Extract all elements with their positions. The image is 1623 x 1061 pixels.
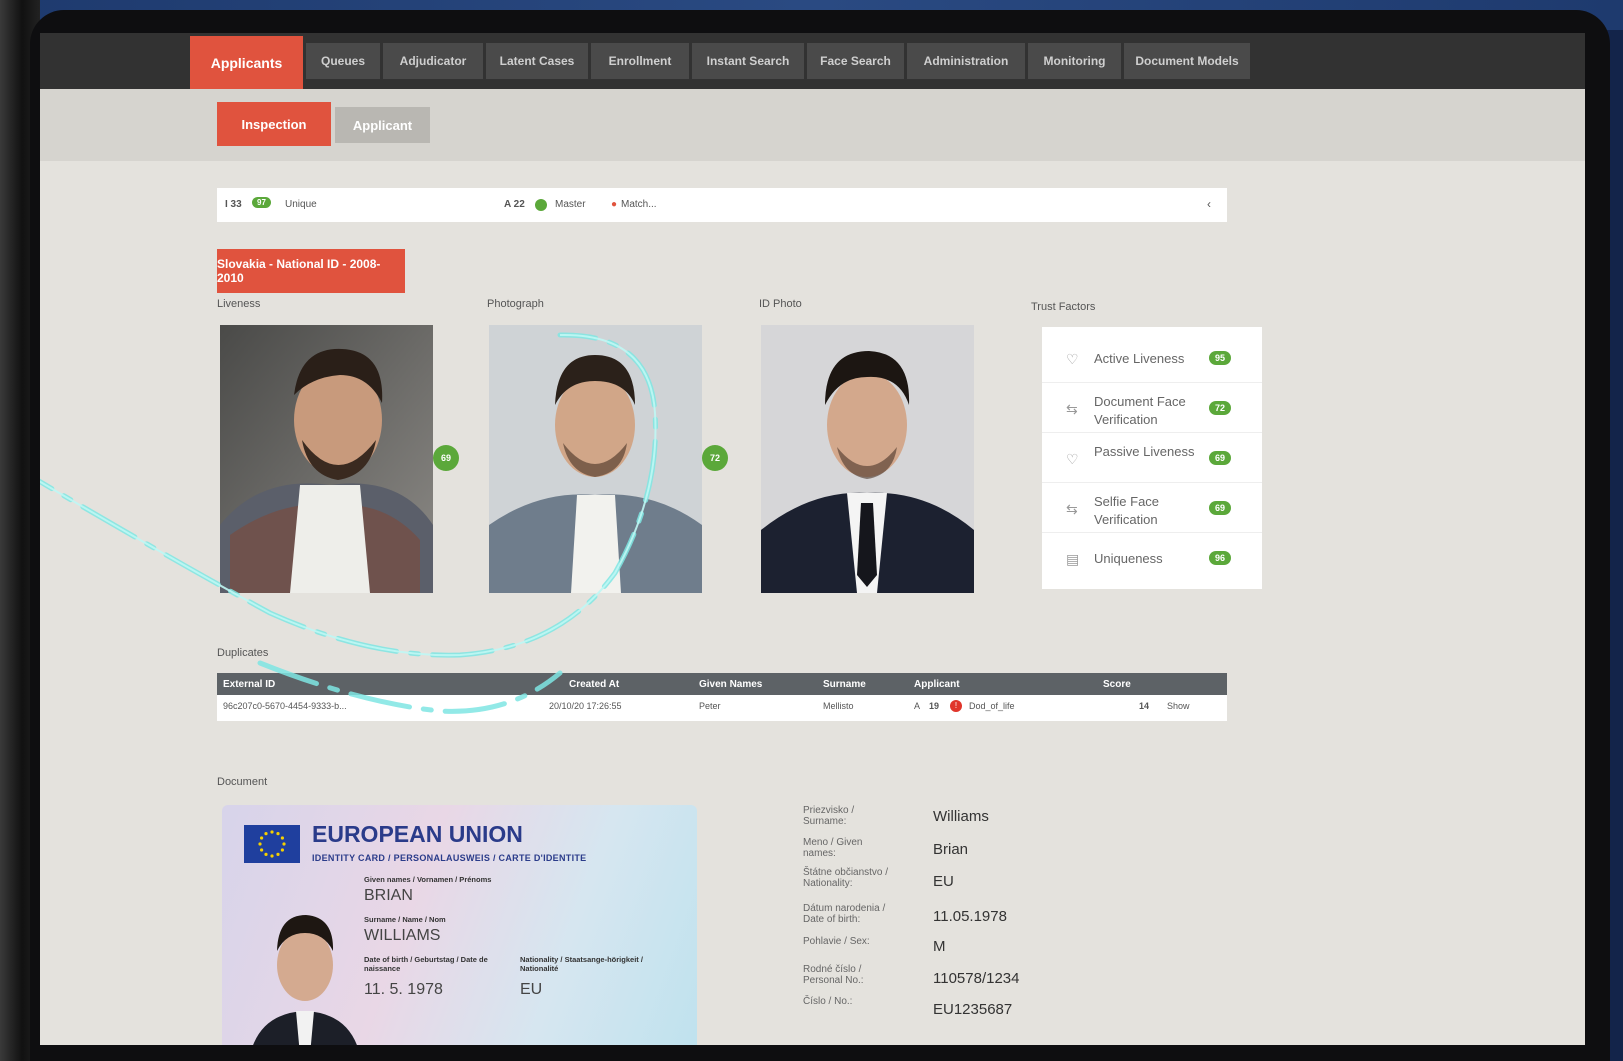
device-bezel-bottom	[30, 1045, 1610, 1061]
app-screen: Applicants Queues Adjudicator Latent Cas…	[40, 33, 1585, 1045]
scan-glow-decoration	[40, 332, 658, 714]
